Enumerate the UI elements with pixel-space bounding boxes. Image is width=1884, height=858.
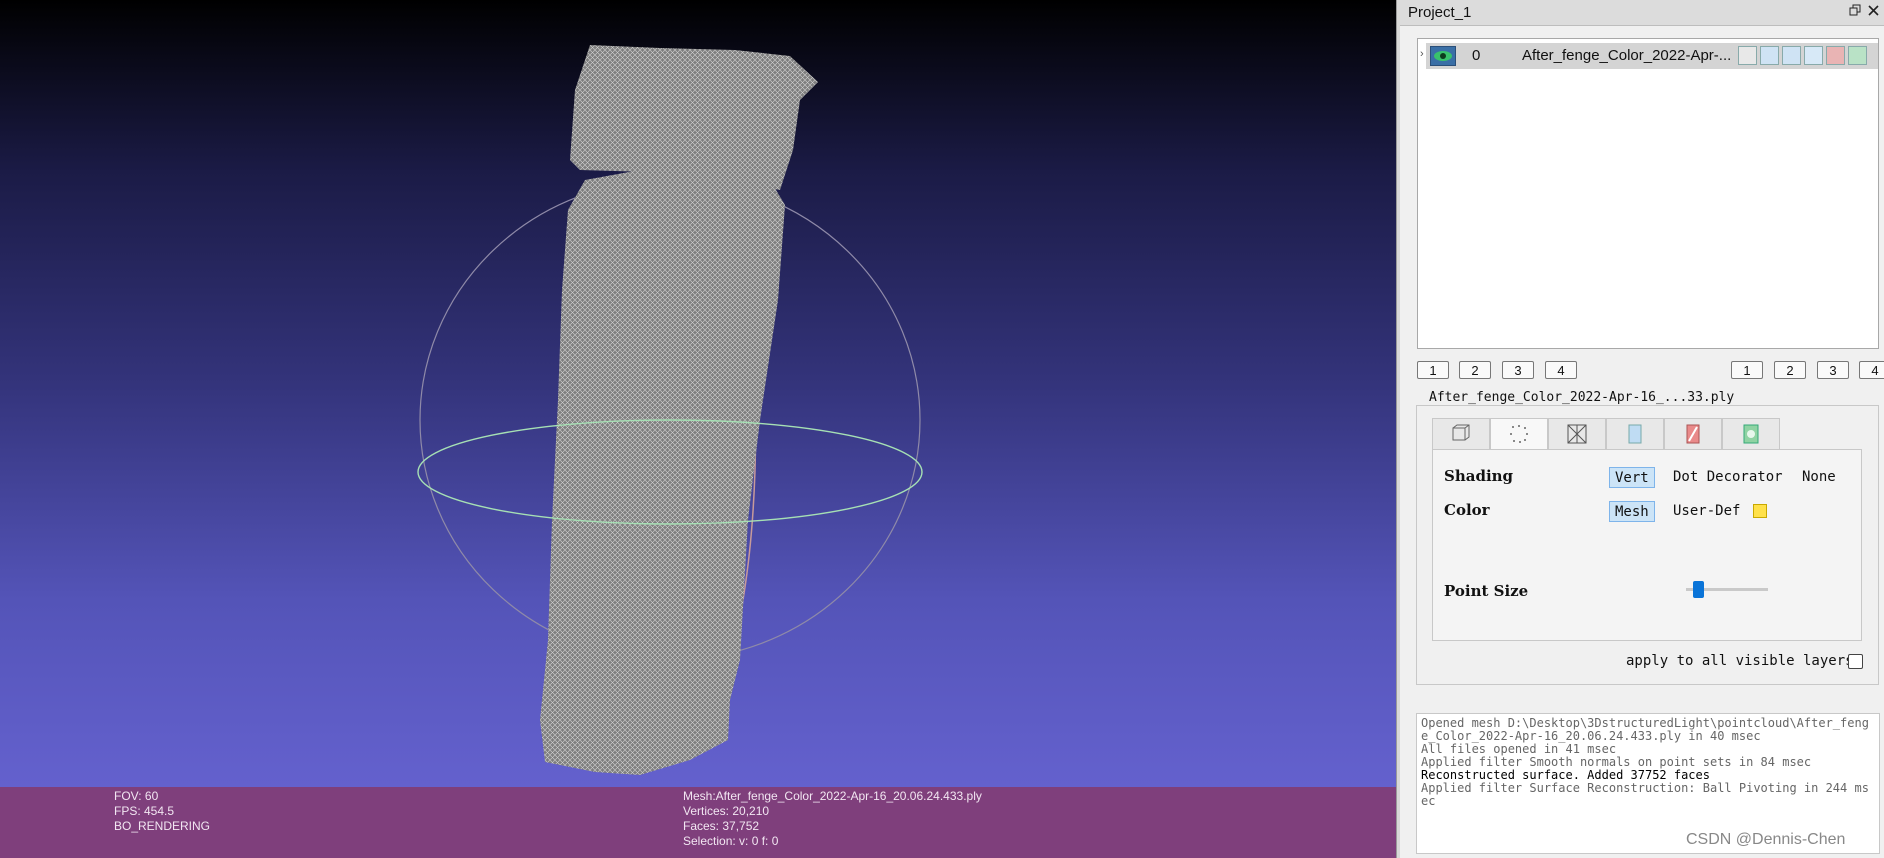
faces-text: Faces: 37,752	[683, 819, 760, 833]
shading-option-dot-decorator[interactable]: Dot Decorator	[1673, 467, 1783, 488]
render-info: FOV: 60 FPS: 454.5 BO_RENDERING	[114, 789, 210, 834]
flat-shading-icon[interactable]	[1804, 46, 1823, 65]
restore-icon[interactable]	[1846, 3, 1864, 21]
apply-all-checkbox[interactable]	[1848, 654, 1863, 669]
view-button-3[interactable]: 3	[1502, 361, 1534, 379]
point-size-slider-handle[interactable]	[1693, 581, 1704, 598]
shading-label: Shading	[1444, 467, 1514, 485]
color-option-user-def[interactable]: User-Def	[1673, 501, 1740, 522]
layer-index: 0	[1472, 47, 1481, 64]
view-button-2[interactable]: 2	[1459, 361, 1491, 379]
box-icon	[1452, 424, 1470, 441]
shading-option-none[interactable]: None	[1802, 467, 1836, 488]
mesh-info: Mesh:After_fenge_Color_2022-Apr-16_20.06…	[683, 789, 982, 849]
eye-icon[interactable]	[1430, 46, 1456, 66]
texture-icon	[1686, 424, 1700, 444]
mesh-group-title: After_fenge_Color_2022-Apr-16_...33.ply	[1426, 390, 1738, 405]
wireframe-icon	[1567, 424, 1587, 444]
tab-wireframe[interactable]	[1548, 418, 1606, 450]
tab-box[interactable]	[1432, 418, 1490, 450]
texture-icon[interactable]	[1826, 46, 1845, 65]
apply-all-label: apply to all visible layers	[1626, 653, 1854, 669]
log-line: Applied filter Surface Reconstruction: B…	[1421, 781, 1869, 808]
selection-text: Selection: v: 0 f: 0	[683, 834, 779, 848]
point-cloud-body	[540, 168, 785, 775]
panel-title: Project_1	[1408, 4, 1472, 21]
tab-texture[interactable]	[1664, 418, 1722, 450]
vertices-text: Vertices: 20,210	[683, 804, 770, 818]
fps-text: FPS: 454.5	[114, 804, 175, 818]
layer-row[interactable]: › 0 After_fenge_Color_2022-Apr-...	[1420, 43, 1878, 69]
color-swatch[interactable]	[1753, 504, 1767, 518]
panel-title-bar: Project_1	[1400, 0, 1884, 26]
points-icon[interactable]	[1760, 46, 1779, 65]
point-size-label: Point Size	[1444, 582, 1529, 600]
layer-render-icons	[1738, 46, 1867, 65]
view-button-r3[interactable]: 3	[1817, 361, 1849, 379]
expand-arrow-icon[interactable]: ›	[1420, 48, 1424, 60]
view-button-r2[interactable]: 2	[1774, 361, 1806, 379]
tab-flat[interactable]	[1606, 418, 1664, 450]
view-button-r1[interactable]: 1	[1731, 361, 1763, 379]
log-line: Opened mesh D:\Desktop\3DstructuredLight…	[1421, 716, 1869, 743]
flat-shading-icon	[1628, 424, 1642, 444]
view-button-4[interactable]: 4	[1545, 361, 1577, 379]
tab-points[interactable]	[1490, 418, 1548, 450]
layer-list[interactable]: › 0 After_fenge_Color_2022-Apr-...	[1417, 38, 1879, 349]
mesh-scene[interactable]	[0, 0, 1396, 787]
smooth-icon	[1743, 424, 1759, 444]
fov-text: FOV: 60	[114, 789, 159, 803]
tab-smooth[interactable]	[1722, 418, 1780, 450]
smooth-icon[interactable]	[1848, 46, 1867, 65]
mesh-name-text: Mesh:After_fenge_Color_2022-Apr-16_20.06…	[683, 789, 982, 803]
color-option-mesh[interactable]: Mesh	[1609, 501, 1655, 522]
layer-name[interactable]: After_fenge_Color_2022-Apr-...	[1522, 47, 1734, 64]
close-icon[interactable]	[1864, 3, 1882, 21]
render-mode-text: BO_RENDERING	[114, 819, 211, 833]
shading-option-vert[interactable]: Vert	[1609, 467, 1655, 488]
color-label: Color	[1444, 501, 1490, 519]
render-mode-tabs	[1432, 418, 1780, 450]
3d-viewport[interactable]: FOV: 60 FPS: 454.5 BO_RENDERING Mesh:Aft…	[0, 0, 1396, 858]
view-button-r4[interactable]: 4	[1859, 361, 1884, 379]
watermark: CSDN @Dennis-Chen	[1686, 831, 1846, 848]
point-cloud-top	[570, 45, 818, 190]
box-icon[interactable]	[1738, 46, 1757, 65]
info-bar: FOV: 60 FPS: 454.5 BO_RENDERING Mesh:Aft…	[0, 787, 1396, 858]
points-icon	[1510, 425, 1528, 443]
view-button-1[interactable]: 1	[1417, 361, 1449, 379]
wireframe-icon[interactable]	[1782, 46, 1801, 65]
